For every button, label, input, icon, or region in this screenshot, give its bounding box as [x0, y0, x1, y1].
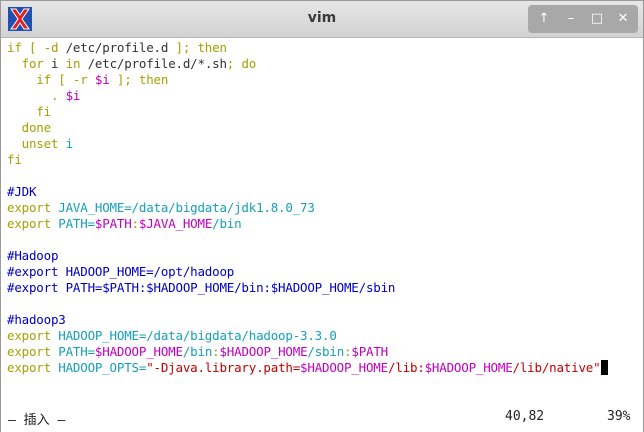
code-token: i: [50, 56, 66, 71]
code-token: $i: [65, 88, 81, 103]
code-token: fi: [7, 104, 51, 119]
code-line[interactable]: fi: [7, 152, 22, 168]
code-token: fi: [7, 152, 22, 167]
code-token: /bin: [212, 216, 242, 231]
code-token: export: [7, 200, 59, 215]
code-line[interactable]: #JDK: [7, 184, 37, 200]
cursor-position: 40,82: [505, 409, 545, 424]
code-token: for: [7, 56, 51, 71]
code-token: export: [7, 216, 59, 231]
scroll-up-button[interactable]: ↑: [531, 5, 557, 33]
code-token: export: [7, 344, 59, 359]
minimize-button[interactable]: –: [558, 5, 584, 33]
code-line[interactable]: #Hadoop: [7, 248, 58, 264]
code-line[interactable]: if [ -r $i ]; then: [7, 72, 168, 88]
code-token: $HADOOP_HOME: [300, 360, 388, 375]
code-line[interactable]: fi: [7, 104, 51, 120]
code-token: $HADOOP_HOME: [424, 360, 513, 375]
code-token: $JAVA_HOME: [138, 216, 213, 231]
code-token: /lib/native": [512, 360, 601, 375]
title-bar[interactable]: vim ↑ – □ ✕: [1, 1, 643, 38]
code-line[interactable]: export PATH=$HADOOP_HOME/bin:$HADOOP_HOM…: [7, 344, 388, 360]
code-token: $HADOOP_HOME: [219, 344, 308, 359]
code-token: /etc/profile.d/*.sh: [87, 56, 227, 71]
code-line[interactable]: #export PATH=$PATH:$HADOOP_HOME/bin:$HAD…: [7, 280, 395, 296]
code-line[interactable]: done: [7, 120, 52, 136]
vim-window: vim ↑ – □ ✕ if [ -d /etc/profile.d ]; th…: [0, 0, 644, 432]
code-token: JAVA_HOME=/data/bigdata/jdk1.8.0_73: [58, 200, 315, 215]
code-token: $HADOOP_HOME: [94, 344, 183, 359]
code-token: export: [7, 328, 59, 343]
code-token: $PATH: [351, 344, 389, 359]
editor-buffer[interactable]: if [ -d /etc/profile.d ]; then for i in …: [1, 38, 643, 395]
mode-indicator: — 插入 —: [8, 413, 66, 428]
code-token: in: [65, 56, 88, 71]
code-token: /lib:: [387, 360, 425, 375]
code-token: ]; then: [109, 72, 169, 87]
scroll-percent: 39%: [607, 409, 631, 424]
code-token: :: [131, 216, 140, 231]
code-token: #Hadoop: [7, 248, 59, 263]
code-token: /bin: [182, 344, 213, 359]
code-token: PATH=: [58, 216, 95, 231]
code-token: HADOOP_HOME=/data/bigdata/hadoop-3.3.0: [58, 328, 337, 343]
code-line[interactable]: for i in /etc/profile.d/*.sh; do: [7, 56, 257, 72]
code-token: unset: [7, 136, 66, 151]
code-line[interactable]: . $i: [7, 88, 81, 104]
code-line[interactable]: export JAVA_HOME=/data/bigdata/jdk1.8.0_…: [7, 200, 315, 216]
code-token: ]; then: [168, 40, 227, 55]
code-token: #export HADOOP_HOME=/opt/hadoop: [7, 264, 235, 279]
code-line[interactable]: export HADOOP_OPTS="-Djava.library.path=…: [7, 360, 609, 376]
code-token: ; do: [226, 56, 257, 71]
code-token: export: [7, 360, 59, 375]
code-token: "-Djava.library.path=: [146, 360, 301, 375]
code-token: /sbin: [307, 344, 345, 359]
code-line[interactable]: #export HADOOP_HOME=/opt/hadoop: [7, 264, 234, 280]
code-token: #hadoop3: [7, 312, 66, 327]
window-controls: ↑ – □ ✕: [528, 5, 638, 33]
code-token: #JDK: [7, 184, 37, 199]
code-token: done: [7, 120, 52, 135]
code-token: if [ -d: [7, 40, 66, 55]
text-cursor: [601, 360, 609, 375]
status-line: — 插入 — 40,82 39%: [1, 398, 643, 432]
close-button[interactable]: ✕: [610, 5, 636, 33]
code-token: $PATH: [94, 216, 132, 231]
code-token: HADOOP_OPTS=: [58, 360, 147, 375]
code-token: #export PATH=$PATH:$HADOOP_HOME/bin:$HAD…: [7, 280, 396, 295]
code-token: .: [7, 88, 66, 103]
code-token: $i: [94, 72, 110, 87]
code-token: /etc/profile.d: [65, 40, 169, 55]
code-line[interactable]: #hadoop3: [7, 312, 66, 328]
code-token: if [ -r: [7, 72, 95, 87]
code-line[interactable]: if [ -d /etc/profile.d ]; then: [7, 40, 227, 56]
maximize-button[interactable]: □: [584, 5, 610, 33]
code-token: PATH=: [58, 344, 95, 359]
code-line[interactable]: export PATH=$PATH:$JAVA_HOME/bin: [7, 216, 242, 232]
code-line[interactable]: unset i: [7, 136, 74, 152]
code-line[interactable]: export HADOOP_HOME=/data/bigdata/hadoop-…: [7, 328, 337, 344]
code-token: i: [65, 136, 74, 151]
